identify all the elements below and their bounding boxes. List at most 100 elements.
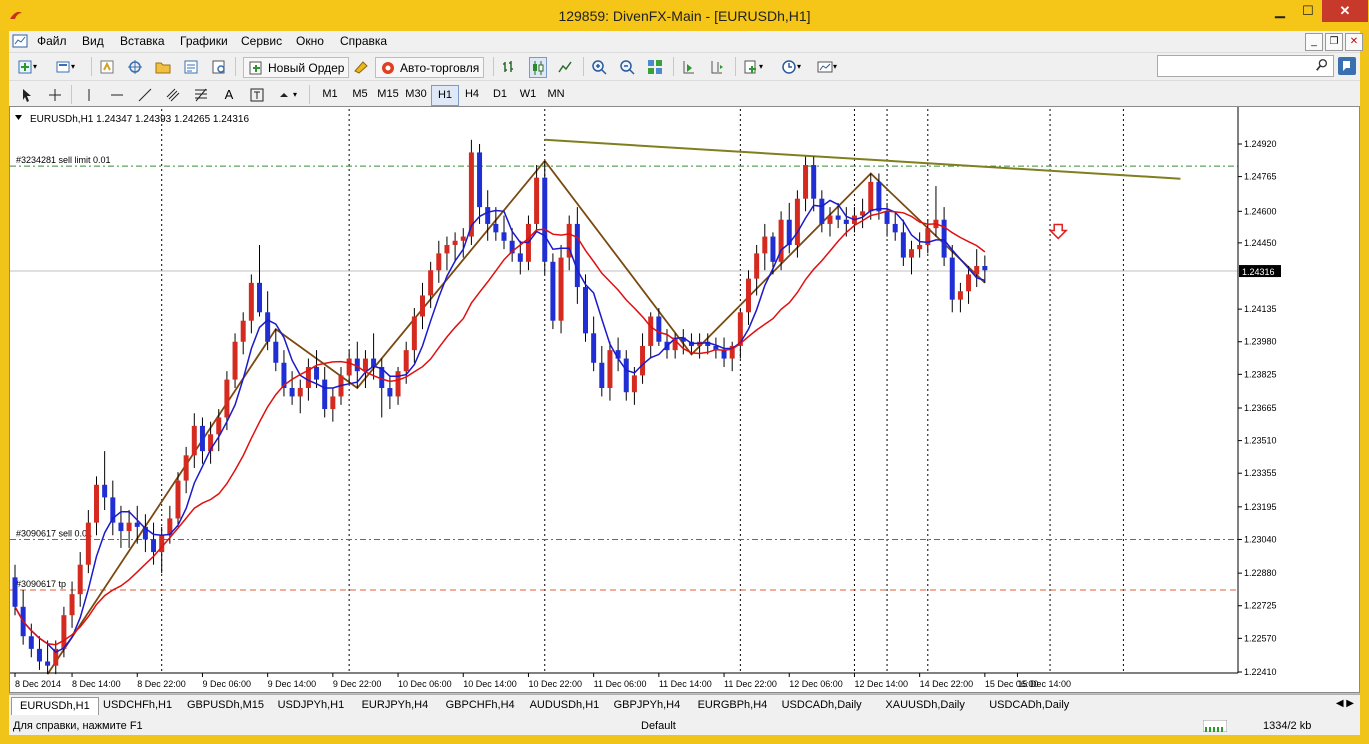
y-tick-label: 1.22570 [1244,633,1277,643]
mdi-minimize-button[interactable]: _ [1305,33,1323,51]
menu-tools[interactable]: Сервис [241,34,282,48]
fibonacci-button[interactable] [193,85,209,104]
chart-tabs: EURUSDh,H1 USDCHFh,H1 GBPUSDh,M15 USDJPYh,H… [9,694,1360,717]
candle-body [45,661,51,666]
crosshair-tool-button[interactable] [47,85,63,104]
candle-body [640,345,646,376]
chart-tab[interactable]: USDCADh,Daily [774,697,870,714]
candlestick-chart-button[interactable] [529,57,547,78]
horizontal-line-button[interactable] [109,85,125,104]
chart-tab[interactable]: EURJPYh,H4 [354,697,437,714]
standard-toolbar: ▾ ▾ Новый Ордер Авто-торговля ▾ ▾ ▾ [9,52,1360,80]
equidistant-channel-button[interactable] [165,85,181,104]
candle-body [982,266,988,271]
profiles-button[interactable]: ▾ [55,57,75,76]
x-tick-label: 10 Dec 14:00 [463,679,517,689]
candle-body [884,211,890,224]
menu-view[interactable]: Вид [82,34,104,48]
chart-window[interactable]: #3234281 sell limit 0.01 #3090617 sell 0.… [9,106,1360,693]
mdi-close-button[interactable]: ✕ [1345,33,1363,51]
line-chart-button[interactable] [557,57,573,76]
candle-body [558,257,564,321]
timeframe-m30[interactable]: M30 [403,85,429,104]
close-button[interactable]: ✕ [1322,0,1368,22]
timeframe-h4[interactable]: H4 [459,85,485,104]
clock-icon [782,59,796,74]
new-order-button[interactable]: Новый Ордер [243,57,350,78]
text-tool-button[interactable]: A [221,85,237,104]
menu-window[interactable]: Окно [296,34,324,48]
chart-tab[interactable]: EURGBPh,H4 [690,697,776,714]
periods-button[interactable]: ▾ [781,57,801,76]
chart-tab[interactable]: EURUSDh,H1 [11,697,99,715]
tester-icon [212,60,225,73]
search-icon[interactable] [1315,58,1329,72]
timeframe-m15[interactable]: M15 [375,85,401,104]
chart-tab[interactable]: XAUUSDh,Daily [877,697,972,714]
templates-button[interactable]: ▾ [817,57,837,76]
chart-tab[interactable]: GBPUSDh,M15 [179,697,272,714]
candle-body [534,177,540,224]
x-tick-label: 11 Dec 22:00 [724,679,777,689]
chart-tab[interactable]: USDCADh,Daily [981,697,1077,714]
new-chart-button[interactable]: ▾ [17,57,37,76]
chart-tab[interactable]: AUDUSDh,H1 [522,697,608,714]
indicators-button[interactable]: ▾ [743,57,763,76]
terminal-button[interactable] [183,57,199,76]
timeframe-m5[interactable]: M5 [347,85,373,104]
zoom-in-button[interactable] [591,57,607,76]
navigator-button[interactable] [127,57,143,76]
mdi-restore-button[interactable]: ❐ [1325,33,1343,51]
trendline-button[interactable] [137,85,153,104]
menu-help[interactable]: Справка [340,34,387,48]
chart-tab[interactable]: USDCHFh,H1 [95,697,180,714]
vertical-line-button[interactable] [81,85,97,104]
text-label-button[interactable] [249,85,265,104]
candle-body [542,177,548,262]
timeframe-h1[interactable]: H1 [431,85,459,106]
cursor-tool-button[interactable] [19,85,35,104]
candle-body [631,375,637,393]
menu-insert[interactable]: Вставка [120,34,165,48]
strategy-tester-button[interactable] [211,57,227,76]
help-button[interactable] [1338,57,1356,75]
auto-trading-label: Авто-торговля [400,60,480,75]
zoom-out-button[interactable] [619,57,635,76]
y-tick-label: 1.23355 [1244,468,1277,478]
order-line-label: #3234281 sell limit 0.01 [16,155,111,165]
chart-window-icon[interactable] [12,33,28,49]
arrows-button[interactable]: ▾ [277,85,297,104]
search-input[interactable] [1157,55,1334,77]
chart-shift-button[interactable] [709,57,725,76]
candle-body [974,266,980,275]
candle-body [314,366,320,380]
arrows-icon [280,92,288,97]
chart-tab[interactable]: GBPJPYh,H4 [606,697,689,714]
menu-charts[interactable]: Графики [180,34,228,48]
maximize-button[interactable]: ☐ [1294,0,1322,22]
timeframe-d1[interactable]: D1 [487,85,513,104]
market-watch-button[interactable] [99,57,115,76]
menu-file[interactable]: Файл [37,34,67,48]
chart-header-arrow-icon[interactable] [15,115,22,120]
timeframe-m1[interactable]: M1 [317,85,343,104]
timeframe-mn[interactable]: MN [543,85,569,104]
minimize-button[interactable]: ▁ [1266,0,1294,22]
candle-body [892,223,898,233]
bar-chart-button[interactable] [501,57,517,76]
auto-scroll-button[interactable] [681,57,697,76]
price-chart[interactable]: #3234281 sell limit 0.01 #3090617 sell 0.… [10,107,1359,692]
data-window-button[interactable] [155,57,171,76]
candle-body [868,181,874,212]
metaeditor-button[interactable] [353,57,369,76]
new-order-icon [249,61,262,74]
chart-tab[interactable]: GBPCHFh,H4 [438,697,523,714]
auto-trading-button[interactable]: Авто-торговля [375,57,485,78]
tile-windows-button[interactable] [647,57,663,76]
tab-scroll-arrows[interactable]: ◀ ▶ [1336,698,1354,709]
timeframe-w1[interactable]: W1 [515,85,541,104]
candle-body [330,396,336,410]
trendline-icon [138,88,152,101]
chart-tab[interactable]: USDJPYh,H1 [270,697,353,714]
zoom-in-icon [592,59,607,75]
